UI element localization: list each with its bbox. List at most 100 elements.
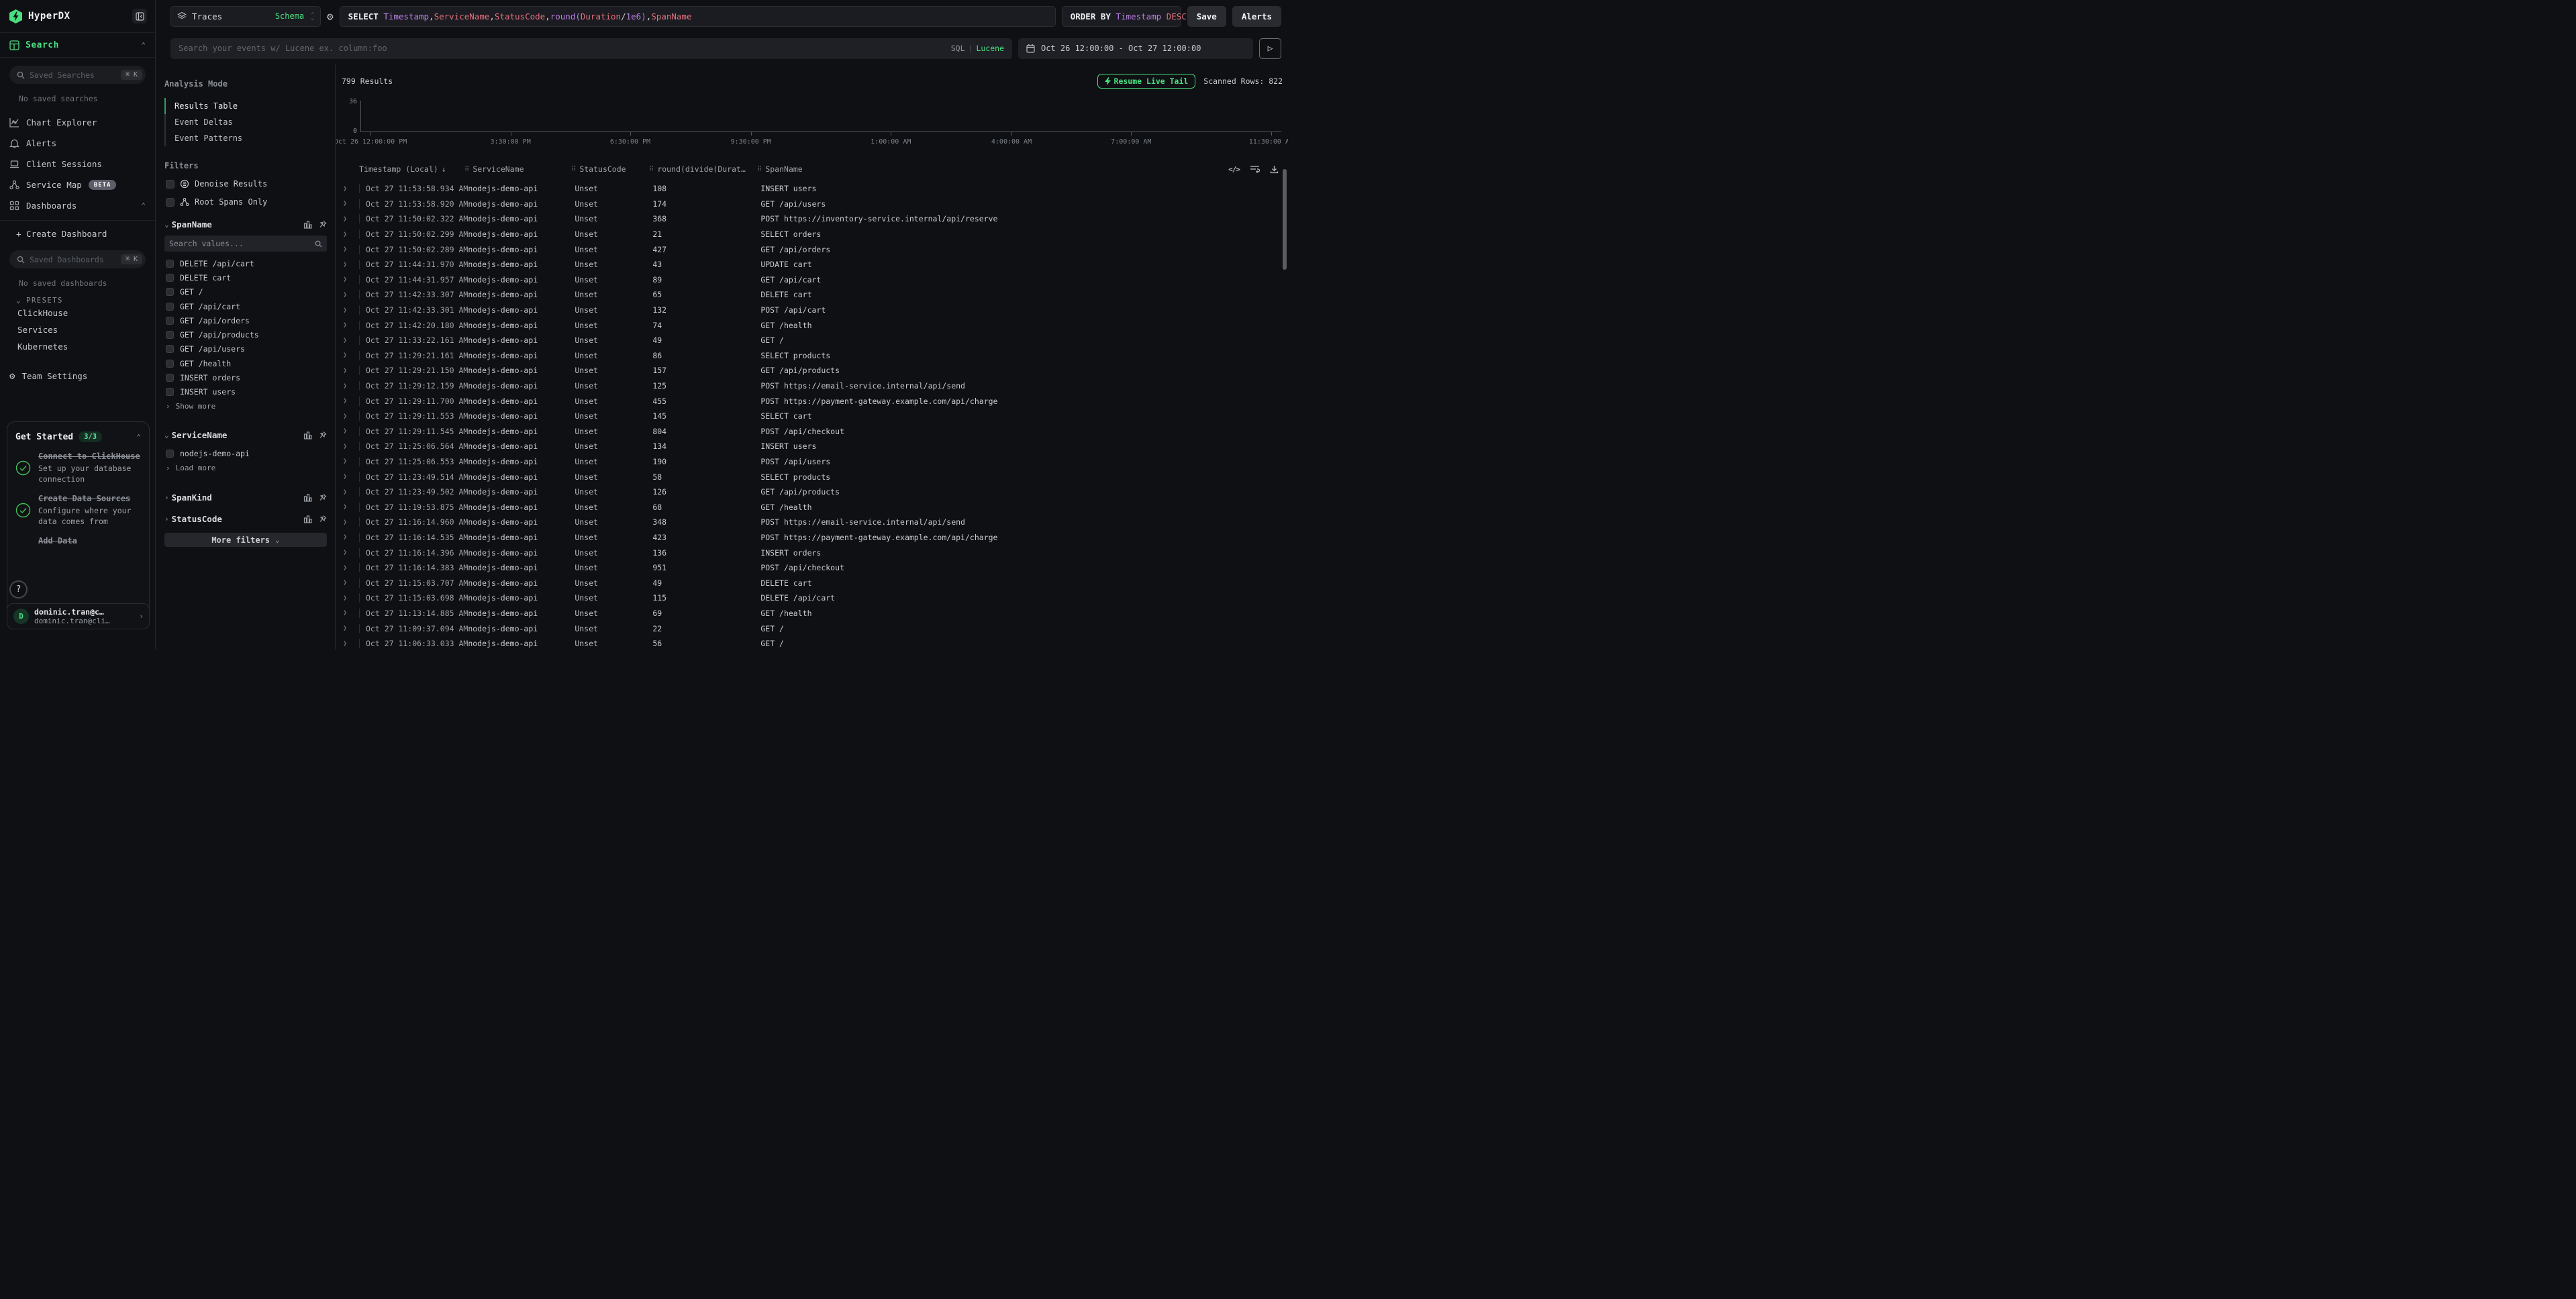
expand-row-icon[interactable]: ❯ bbox=[342, 261, 359, 268]
expand-row-icon[interactable]: ❯ bbox=[342, 533, 359, 541]
facet-value-row[interactable]: GET /health bbox=[164, 356, 327, 370]
sidebar-item-alerts[interactable]: Alerts bbox=[0, 133, 155, 154]
column-chart-icon[interactable] bbox=[303, 493, 312, 502]
table-row[interactable]: ❯ Oct 27 11:44:31.957 AM nodejs-demo-api… bbox=[342, 272, 1288, 288]
expand-row-icon[interactable]: ❯ bbox=[342, 640, 359, 647]
select-query-input[interactable]: SELECT Timestamp,ServiceName,StatusCode,… bbox=[340, 6, 1056, 27]
table-row[interactable]: ❯ Oct 27 11:50:02.322 AM nodejs-demo-api… bbox=[342, 211, 1288, 227]
alerts-button[interactable]: Alerts bbox=[1232, 6, 1281, 27]
preset-item[interactable]: Kubernetes bbox=[0, 338, 155, 355]
facet-value-row[interactable]: GET /api/cart bbox=[164, 299, 327, 313]
column-chart-icon[interactable] bbox=[303, 220, 312, 229]
drag-handle-icon[interactable]: ⠿ bbox=[571, 166, 576, 173]
column-chart-icon[interactable] bbox=[303, 515, 312, 523]
table-row[interactable]: ❯ Oct 27 11:15:03.698 AM nodejs-demo-api… bbox=[342, 590, 1288, 606]
table-row[interactable]: ❯ Oct 27 11:42:33.307 AM nodejs-demo-api… bbox=[342, 287, 1288, 303]
facet-value-row[interactable]: INSERT users bbox=[164, 385, 327, 399]
source-select[interactable]: Traces Schema ⌃⌄ bbox=[170, 6, 321, 27]
table-row[interactable]: ❯ Oct 27 11:29:21.150 AM nodejs-demo-api… bbox=[342, 363, 1288, 378]
checkbox[interactable] bbox=[166, 180, 175, 189]
drag-handle-icon[interactable]: ⠿ bbox=[649, 166, 654, 173]
expand-row-icon[interactable]: ❯ bbox=[342, 519, 359, 526]
drag-handle-icon[interactable]: ⠿ bbox=[757, 166, 762, 173]
table-row[interactable]: ❯ Oct 27 11:53:58.934 AM nodejs-demo-api… bbox=[342, 181, 1288, 197]
sidebar-item-team-settings[interactable]: ⚙ Team Settings bbox=[0, 366, 155, 386]
pin-icon[interactable] bbox=[318, 515, 327, 523]
servicename-load-more[interactable]: › Load more bbox=[164, 460, 327, 475]
gear-icon[interactable]: ⚙ bbox=[327, 10, 334, 23]
facet-statuscode-header[interactable]: › StatusCode bbox=[164, 514, 327, 524]
expand-row-icon[interactable]: ❯ bbox=[342, 625, 359, 632]
table-row[interactable]: ❯ Oct 27 11:29:11.553 AM nodejs-demo-api… bbox=[342, 409, 1288, 424]
table-row[interactable]: ❯ Oct 27 11:53:58.920 AM nodejs-demo-api… bbox=[342, 197, 1288, 212]
table-row[interactable]: ❯ Oct 27 11:23:49.514 AM nodejs-demo-api… bbox=[342, 469, 1288, 484]
table-row[interactable]: ❯ Oct 27 11:44:31.970 AM nodejs-demo-api… bbox=[342, 257, 1288, 272]
pin-icon[interactable] bbox=[318, 493, 327, 502]
expand-row-icon[interactable]: ❯ bbox=[342, 549, 359, 556]
checkbox[interactable] bbox=[166, 450, 174, 458]
save-button[interactable]: Save bbox=[1187, 6, 1226, 27]
mode-event-deltas[interactable]: Event Deltas bbox=[164, 114, 327, 130]
facet-value-row[interactable]: nodejs-demo-api bbox=[164, 446, 327, 460]
column-header-spanname[interactable]: ⠿ SpanName bbox=[757, 164, 1220, 174]
expand-row-icon[interactable]: ❯ bbox=[342, 564, 359, 572]
expand-row-icon[interactable]: ❯ bbox=[342, 579, 359, 586]
expand-row-icon[interactable]: ❯ bbox=[342, 185, 359, 193]
checkbox[interactable] bbox=[166, 345, 174, 353]
expand-row-icon[interactable]: ❯ bbox=[342, 413, 359, 420]
help-button[interactable]: ? bbox=[9, 580, 28, 599]
sidebar-item-dashboards[interactable]: Dashboards ⌃ bbox=[0, 195, 155, 216]
table-row[interactable]: ❯ Oct 27 11:42:33.301 AM nodejs-demo-api… bbox=[342, 303, 1288, 318]
presets-toggle[interactable]: ⌄ PRESETS bbox=[0, 296, 155, 305]
query-language-toggle[interactable]: SQL|Lucene bbox=[951, 44, 1004, 53]
table-row[interactable]: ❯ Oct 27 11:25:06.553 AM nodejs-demo-api… bbox=[342, 454, 1288, 470]
mode-event-patterns[interactable]: Event Patterns bbox=[164, 130, 327, 146]
table-row[interactable]: ❯ Oct 27 11:16:14.383 AM nodejs-demo-api… bbox=[342, 560, 1288, 576]
expand-row-icon[interactable]: ❯ bbox=[342, 337, 359, 344]
sidebar-item-service-map[interactable]: Service Map BETA bbox=[0, 174, 155, 195]
table-row[interactable]: ❯ Oct 27 11:50:02.289 AM nodejs-demo-api… bbox=[342, 242, 1288, 257]
facet-value-search-input[interactable] bbox=[169, 239, 315, 248]
expand-row-icon[interactable]: ❯ bbox=[342, 367, 359, 374]
preset-item[interactable]: Services bbox=[0, 321, 155, 338]
checkbox[interactable] bbox=[166, 260, 174, 268]
spanname-show-more[interactable]: › Show more bbox=[164, 399, 327, 414]
column-chart-icon[interactable] bbox=[303, 431, 312, 439]
expand-row-icon[interactable]: ❯ bbox=[342, 594, 359, 602]
checkbox[interactable] bbox=[166, 317, 174, 325]
facet-value-row[interactable]: DELETE /api/cart bbox=[164, 256, 327, 270]
table-row[interactable]: ❯ Oct 27 11:13:14.885 AM nodejs-demo-api… bbox=[342, 606, 1288, 621]
sidebar-item-search[interactable]: Search ⌃ bbox=[0, 33, 155, 57]
date-range-picker[interactable]: Oct 26 12:00:00 - Oct 27 12:00:00 bbox=[1018, 38, 1253, 59]
column-header-timestamp[interactable]: Timestamp (Local) ↓ bbox=[359, 164, 464, 174]
table-row[interactable]: ❯ Oct 27 11:15:03.707 AM nodejs-demo-api… bbox=[342, 575, 1288, 590]
chevron-up-icon[interactable]: ⌃ bbox=[136, 433, 141, 441]
expand-row-icon[interactable]: ❯ bbox=[342, 276, 359, 283]
expand-row-icon[interactable]: ❯ bbox=[342, 503, 359, 511]
mode-results-table[interactable]: Results Table bbox=[164, 98, 327, 114]
table-row[interactable]: ❯ Oct 27 11:50:02.299 AM nodejs-demo-api… bbox=[342, 227, 1288, 242]
expand-row-icon[interactable]: ❯ bbox=[342, 473, 359, 480]
lucene-option[interactable]: Lucene bbox=[976, 44, 1004, 53]
drag-handle-icon[interactable]: ⠿ bbox=[464, 166, 469, 173]
expand-row-icon[interactable]: ❯ bbox=[342, 246, 359, 253]
table-row[interactable]: ❯ Oct 27 11:29:11.545 AM nodejs-demo-api… bbox=[342, 424, 1288, 439]
expand-row-icon[interactable]: ❯ bbox=[342, 307, 359, 314]
create-dashboard-button[interactable]: + Create Dashboard bbox=[0, 223, 155, 244]
table-row[interactable]: ❯ Oct 27 11:16:14.396 AM nodejs-demo-api… bbox=[342, 545, 1288, 560]
table-row[interactable]: ❯ Oct 27 11:23:49.502 AM nodejs-demo-api… bbox=[342, 484, 1288, 500]
checkbox[interactable] bbox=[166, 360, 174, 368]
get-started-header[interactable]: Get Started 3/3 ⌃ bbox=[15, 431, 141, 442]
table-row[interactable]: ❯ Oct 27 11:29:21.161 AM nodejs-demo-api… bbox=[342, 348, 1288, 364]
chevron-up-icon[interactable]: ⌃ bbox=[141, 41, 146, 50]
facet-value-row[interactable]: DELETE cart bbox=[164, 270, 327, 284]
run-query-button[interactable]: ▷ bbox=[1259, 38, 1281, 59]
wrap-lines-icon[interactable] bbox=[1250, 165, 1260, 173]
event-search-input[interactable] bbox=[179, 44, 946, 53]
table-row[interactable]: ❯ Oct 27 11:16:14.960 AM nodejs-demo-api… bbox=[342, 515, 1288, 530]
expand-row-icon[interactable]: ❯ bbox=[342, 231, 359, 238]
download-icon[interactable] bbox=[1270, 165, 1279, 174]
column-header-servicename[interactable]: ⠿ ServiceName bbox=[464, 164, 571, 174]
checkbox[interactable] bbox=[166, 303, 174, 311]
facet-value-row[interactable]: GET /api/orders bbox=[164, 313, 327, 327]
